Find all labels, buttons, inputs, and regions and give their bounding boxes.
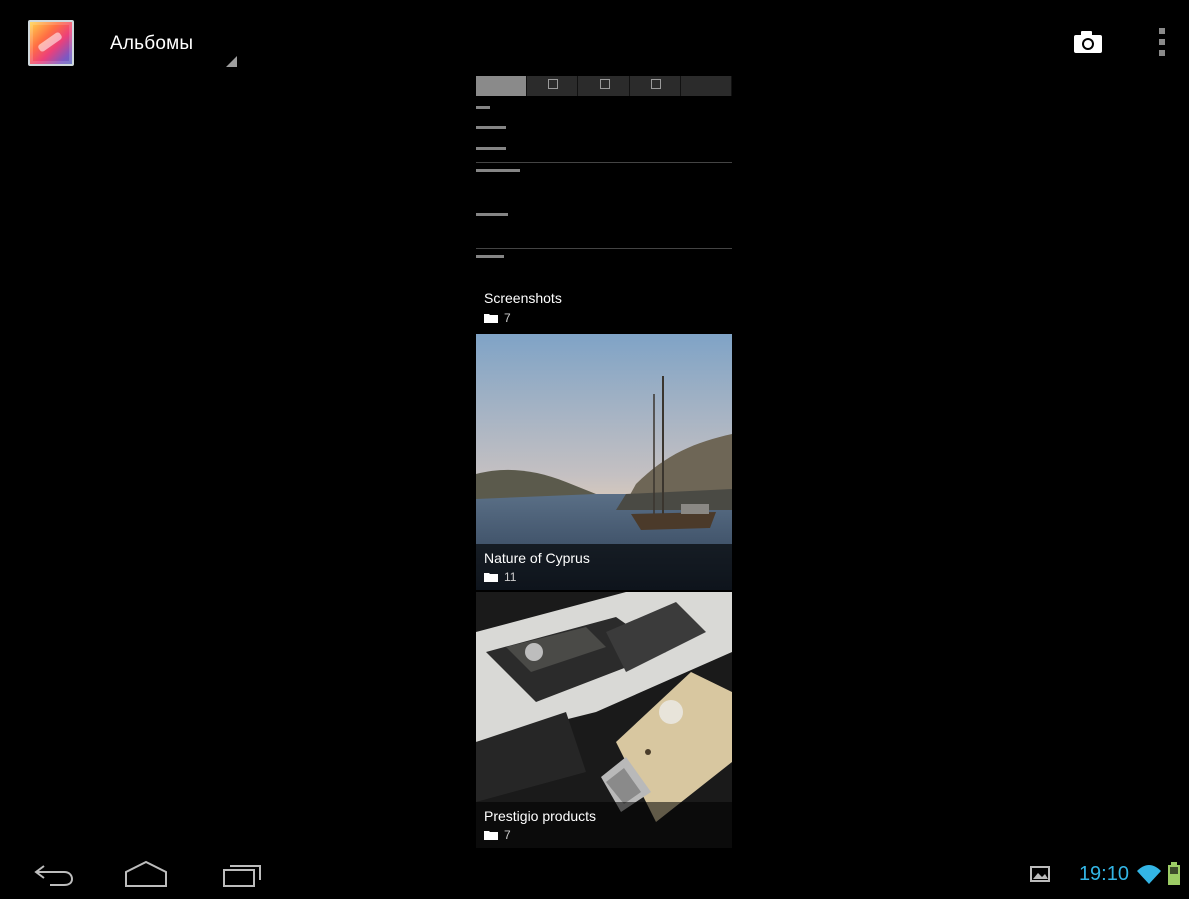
preview-text-line bbox=[476, 106, 490, 109]
preview-text-line bbox=[476, 126, 506, 129]
album-count-row: 7 bbox=[484, 827, 511, 843]
overflow-menu-button[interactable] bbox=[1150, 24, 1174, 60]
gallery-notification-icon bbox=[1029, 866, 1050, 882]
battery-icon bbox=[1168, 862, 1180, 885]
album-grid: Screenshots 7 Nature of Cyprus 11 Presti… bbox=[476, 76, 733, 848]
gallery-screen: Альбомы Screenshots 7 Nature of Cyprus 1… bbox=[0, 0, 1189, 899]
preview-tab-strip bbox=[476, 76, 733, 96]
preview-tab bbox=[578, 76, 630, 96]
back-icon bbox=[34, 865, 74, 886]
folder-icon bbox=[484, 573, 498, 582]
album-count: 11 bbox=[504, 570, 517, 584]
preview-text-line bbox=[476, 147, 506, 150]
screenshot-preview-thumbnail[interactable] bbox=[476, 76, 733, 276]
album-spinner-title[interactable]: Альбомы bbox=[110, 33, 193, 55]
preview-tab bbox=[476, 76, 528, 96]
album-tile-prestigio-products[interactable]: Prestigio products 7 bbox=[476, 592, 732, 848]
spinner-indicator-icon bbox=[226, 56, 237, 67]
preview-text-line bbox=[476, 169, 520, 172]
gallery-app-icon[interactable] bbox=[28, 20, 74, 66]
album-count-row: 7 bbox=[484, 310, 511, 326]
album-count-row: 11 bbox=[484, 569, 516, 585]
folder-icon bbox=[484, 831, 498, 840]
recents-icon bbox=[223, 865, 261, 887]
album-name: Prestigio products bbox=[484, 808, 597, 824]
album-caption: Screenshots 7 bbox=[476, 276, 732, 331]
back-button[interactable] bbox=[24, 858, 84, 890]
preview-divider bbox=[476, 162, 732, 163]
system-bar: 19:10 bbox=[0, 848, 1189, 899]
status-clock: 19:10 bbox=[1078, 862, 1129, 885]
folder-icon bbox=[484, 314, 498, 323]
preview-text-line bbox=[476, 213, 508, 216]
album-tile-nature-of-cyprus[interactable]: Nature of Cyprus 11 bbox=[476, 334, 732, 590]
album-tile-screenshots[interactable]: Screenshots 7 bbox=[476, 276, 732, 331]
preview-text-line bbox=[476, 255, 504, 258]
status-area[interactable]: 19:10 bbox=[1029, 860, 1181, 888]
album-caption: Prestigio products 7 bbox=[476, 802, 732, 848]
preview-divider bbox=[476, 248, 732, 249]
album-name: Nature of Cyprus bbox=[484, 550, 590, 566]
wifi-icon bbox=[1137, 865, 1161, 884]
action-bar: Альбомы bbox=[0, 0, 1189, 76]
preview-tab bbox=[527, 76, 579, 96]
album-name: Screenshots bbox=[484, 290, 562, 306]
home-icon bbox=[125, 860, 167, 887]
recents-button[interactable] bbox=[212, 858, 272, 890]
camera-icon bbox=[1074, 31, 1102, 53]
camera-button[interactable] bbox=[1070, 28, 1106, 56]
overflow-menu-icon bbox=[1159, 28, 1165, 56]
preview-tab bbox=[681, 76, 733, 96]
album-count: 7 bbox=[504, 828, 511, 842]
preview-tab bbox=[630, 76, 681, 96]
album-count: 7 bbox=[504, 311, 511, 325]
album-caption: Nature of Cyprus 11 bbox=[476, 544, 732, 590]
home-button[interactable] bbox=[116, 858, 176, 890]
